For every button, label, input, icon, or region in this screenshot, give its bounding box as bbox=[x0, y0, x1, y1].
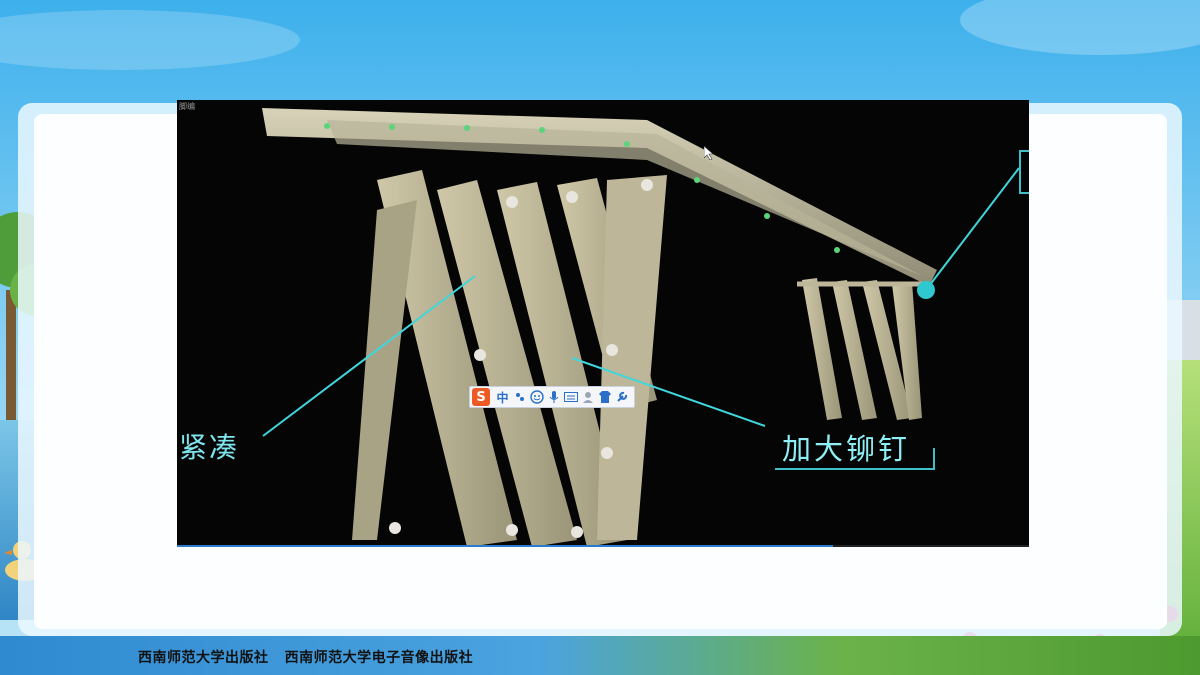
ime-mode-toggle[interactable]: 中 bbox=[494, 388, 511, 406]
microphone-icon[interactable] bbox=[545, 388, 562, 406]
video-progress-fill bbox=[177, 545, 834, 547]
callout-compact-label: 紧凑 bbox=[179, 431, 240, 464]
punctuation-icon[interactable] bbox=[511, 388, 528, 406]
user-icon[interactable] bbox=[579, 388, 596, 406]
video-progress-track[interactable] bbox=[177, 545, 1029, 547]
keyboard-icon[interactable] bbox=[562, 388, 579, 406]
video-title-label: 脚编 bbox=[179, 102, 195, 111]
settings-icon[interactable] bbox=[613, 388, 630, 406]
emoji-icon[interactable] bbox=[528, 388, 545, 406]
ime-logo-icon[interactable]: S bbox=[472, 388, 490, 406]
ime-toolbar[interactable]: S 中 bbox=[469, 386, 635, 408]
skin-icon[interactable] bbox=[596, 388, 613, 406]
video-player[interactable]: 脚编 紧凑 加大铆钉 bbox=[177, 100, 1029, 547]
publisher-credit: 西南师范大学出版社 西南师范大学电子音像出版社 bbox=[138, 650, 474, 666]
drying-rack-footage bbox=[262, 108, 1020, 547]
callout-edge-box bbox=[1019, 150, 1029, 194]
callout-underline bbox=[775, 448, 935, 470]
mouse-cursor-icon bbox=[704, 146, 714, 160]
